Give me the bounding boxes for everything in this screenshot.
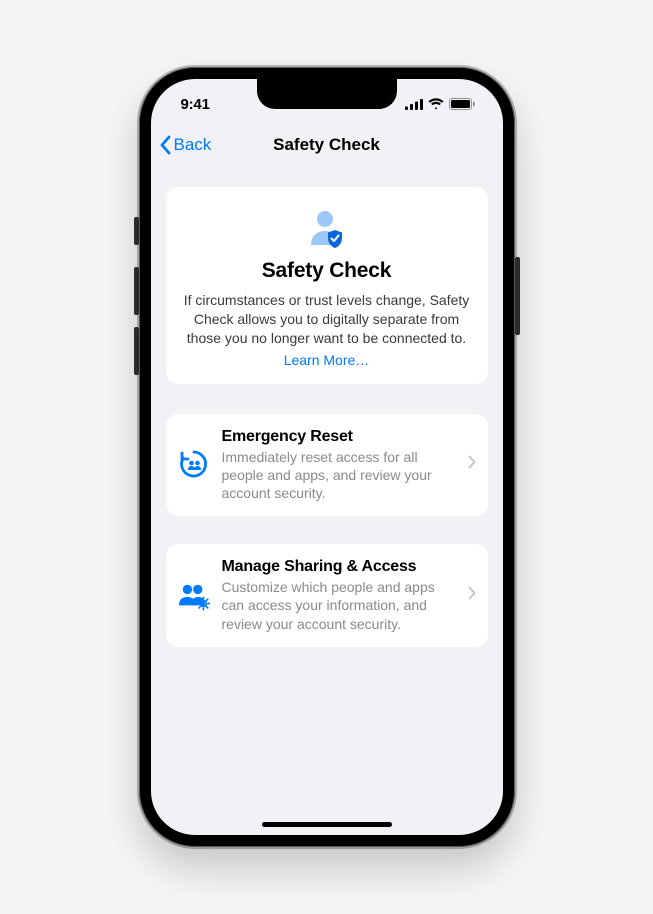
- battery-icon: [449, 98, 475, 110]
- status-icons: [405, 92, 475, 110]
- chevron-right-icon: [468, 586, 476, 605]
- hero-card: Safety Check If circumstances or trust l…: [166, 187, 488, 384]
- phone-frame: 9:41: [139, 67, 515, 847]
- back-button[interactable]: Back: [159, 135, 212, 155]
- navigation-bar: Back Safety Check: [151, 123, 503, 167]
- option-description: Immediately reset access for all people …: [222, 448, 456, 503]
- volume-down-button: [134, 327, 139, 375]
- home-indicator[interactable]: [262, 822, 392, 827]
- content-area: Safety Check If circumstances or trust l…: [151, 167, 503, 667]
- status-time: 9:41: [181, 90, 210, 113]
- emergency-reset-option[interactable]: Emergency Reset Immediately reset access…: [166, 414, 488, 517]
- chevron-left-icon: [159, 135, 171, 155]
- wifi-icon: [428, 98, 444, 110]
- safety-check-icon: [305, 207, 349, 251]
- hero-description: If circumstances or trust levels change,…: [184, 291, 470, 348]
- chevron-right-icon: [468, 455, 476, 474]
- option-title: Manage Sharing & Access: [222, 558, 456, 576]
- power-button: [515, 257, 520, 335]
- emergency-reset-icon: [178, 449, 210, 481]
- cellular-icon: [405, 99, 423, 110]
- manage-sharing-icon: [178, 580, 210, 612]
- option-text: Manage Sharing & Access Customize which …: [222, 558, 456, 633]
- back-label: Back: [174, 135, 212, 155]
- option-description: Customize which people and apps can acce…: [222, 578, 456, 633]
- mute-switch: [134, 217, 139, 245]
- volume-up-button: [134, 267, 139, 315]
- hero-title: Safety Check: [184, 259, 470, 283]
- screen: 9:41: [151, 79, 503, 835]
- option-text: Emergency Reset Immediately reset access…: [222, 428, 456, 503]
- manage-sharing-option[interactable]: Manage Sharing & Access Customize which …: [166, 544, 488, 647]
- notch: [257, 79, 397, 109]
- option-title: Emergency Reset: [222, 428, 456, 446]
- learn-more-link[interactable]: Learn More…: [184, 352, 470, 368]
